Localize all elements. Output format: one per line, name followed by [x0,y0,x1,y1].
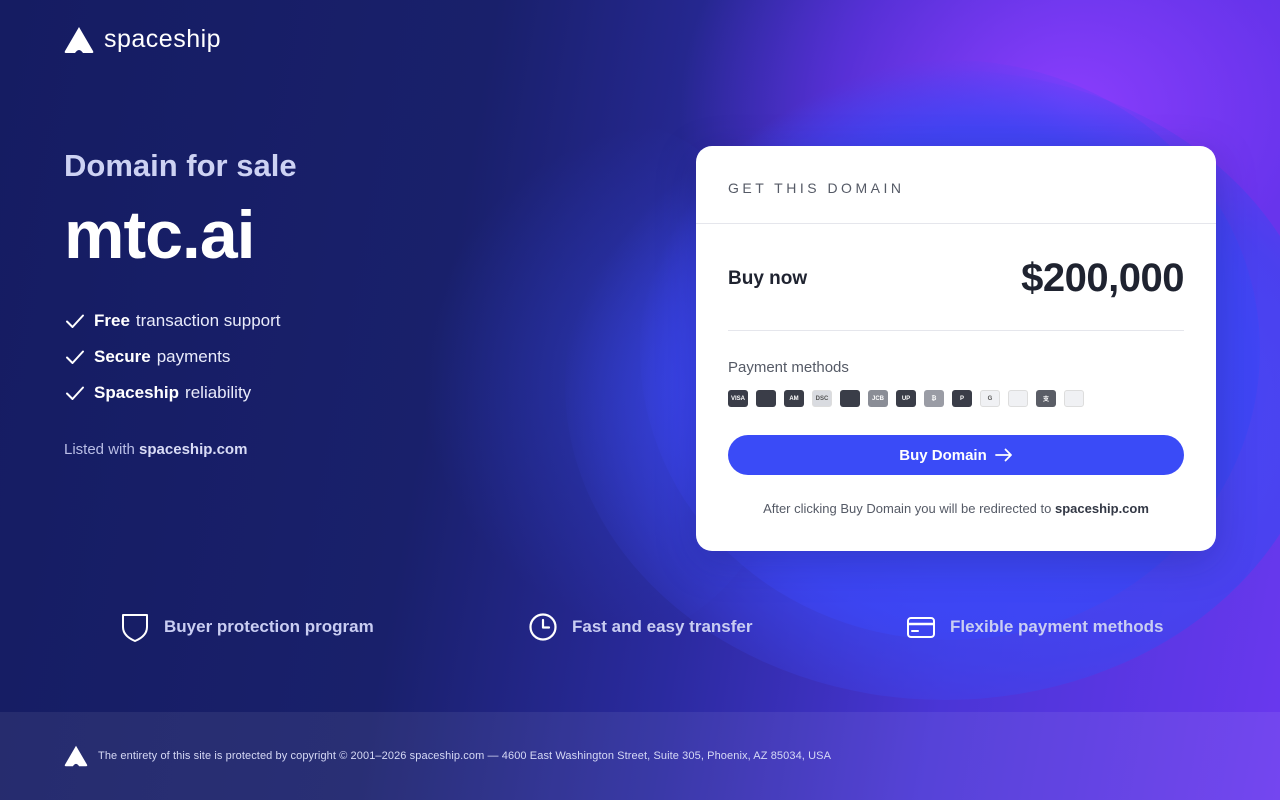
discover-icon: DSC [812,390,832,407]
price: $200,000 [1021,256,1184,300]
credit-card-icon [907,617,935,638]
buy-domain-label: Buy Domain [899,446,987,464]
benefit-fast-transfer: Fast and easy transfer [528,612,752,642]
feature-item: Secure payments [64,339,281,375]
benefit-buyer-protection: Buyer protection program [120,612,374,642]
feature-text: transaction support [135,311,281,330]
domain-for-sale-heading: Domain for sale [64,148,297,183]
clock-icon [529,613,557,641]
paypal-icon: P [952,390,972,407]
amex-icon: AM [784,390,804,407]
benefit-flexible-payment: Flexible payment methods [906,612,1164,642]
feature-bold: Secure [94,347,151,366]
footer: The entirety of this site is protected b… [0,712,1280,800]
feature-text: payments [156,347,231,366]
brand-name: spaceship [104,25,222,53]
listed-site-link[interactable]: spaceship.com [139,441,247,458]
buy-now-label: Buy now [728,267,808,289]
apple-pay-icon [1008,390,1028,407]
spaceship-logo-icon [64,26,94,53]
benefit-label: Buyer protection program [164,617,374,636]
card-header: GET THIS DOMAIN [696,146,1216,224]
benefits-row: Buyer protection program Fast and easy t… [0,612,1280,652]
benefit-label: Flexible payment methods [950,617,1164,636]
brand-logo[interactable]: spaceship [64,25,221,54]
buy-domain-button[interactable]: Buy Domain [728,435,1184,475]
payment-methods-icons: VISA AM DSC JCB UP ₿ P G 支 [728,390,1084,407]
redirect-site: spaceship.com [1054,501,1149,516]
price-row: Buy now $200,000 [728,256,1184,301]
unionpay-icon: UP [896,390,916,407]
purchase-card: GET THIS DOMAIN Buy now $200,000 Payment… [696,146,1216,551]
shield-icon [122,614,148,642]
check-icon [66,386,84,400]
mastercard-icon [756,390,776,407]
footer-copyright: The entirety of this site is protected b… [98,750,832,762]
alipay-icon: 支 [1036,390,1056,407]
diners-club-icon [840,390,860,407]
bitcoin-icon: ₿ [924,390,944,407]
feature-item: Spaceship reliability [64,375,281,411]
listed-prefix: Listed with [64,441,135,458]
feature-item: Free transaction support [64,303,281,339]
hero: Domain for sale mtc.ai [64,148,297,274]
domain-name: mtc.ai [64,197,256,273]
arrow-right-icon [994,448,1012,462]
divider [728,330,1184,331]
feature-bold: Free [94,311,130,330]
listed-with: Listed with spaceship.com [64,441,247,458]
redirect-text: After clicking Buy Domain you will be re… [763,501,1052,516]
feature-text: reliability [185,383,252,402]
benefit-label: Fast and easy transfer [572,617,753,636]
feature-list: Free transaction support Secure payments… [64,303,281,411]
visa-icon: VISA [728,390,748,407]
check-icon [66,314,84,328]
feature-bold: Spaceship [94,383,180,402]
check-icon [66,350,84,364]
spaceship-logo-icon [64,745,88,767]
google-pay-icon: G [980,390,1000,407]
payment-methods-label: Payment methods [728,359,849,376]
bank-transfer-icon [1064,390,1084,407]
redirect-note: After clicking Buy Domain you will be re… [696,501,1216,516]
jcb-icon: JCB [868,390,888,407]
